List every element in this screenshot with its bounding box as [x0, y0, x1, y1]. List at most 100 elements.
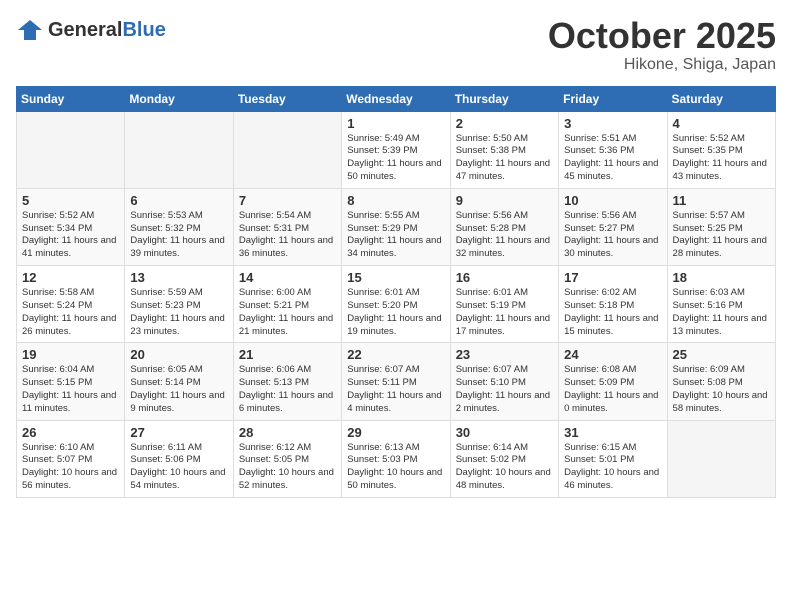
day-number: 10	[564, 193, 661, 208]
day-info: Sunrise: 5:50 AMSunset: 5:38 PMDaylight:…	[456, 133, 553, 184]
day-info: Sunrise: 5:58 AMSunset: 5:24 PMDaylight:…	[22, 287, 119, 338]
day-number: 4	[673, 116, 770, 131]
calendar-cell: 9 Sunrise: 5:56 AMSunset: 5:28 PMDaylight…	[450, 188, 558, 265]
day-number: 3	[564, 116, 661, 131]
calendar-cell: 10 Sunrise: 5:56 AMSunset: 5:27 PMDayligh…	[559, 188, 667, 265]
day-info: Sunrise: 6:12 AMSunset: 5:05 PMDaylight:…	[239, 442, 336, 493]
calendar-cell: 1Sunrise: 5:49 AMSunset: 5:39 PMDaylight…	[342, 111, 450, 188]
day-info: Sunrise: 5:56 AMSunset: 5:27 PMDaylight:…	[564, 210, 661, 261]
day-info: Sunrise: 6:03 AMSunset: 5:16 PMDaylight:…	[673, 287, 770, 338]
day-number: 21	[239, 347, 336, 362]
day-number: 25	[673, 347, 770, 362]
calendar-cell: 27Sunrise: 6:11 AMSunset: 5:06 PMDayligh…	[125, 420, 233, 497]
day-number: 19	[22, 347, 119, 362]
weekday-header-monday: Monday	[125, 86, 233, 111]
day-number: 27	[130, 425, 227, 440]
logo: GeneralBlue	[16, 16, 166, 44]
calendar-cell: 4 Sunrise: 5:52 AMSunset: 5:35 PMDaylight…	[667, 111, 775, 188]
weekday-header-row: SundayMondayTuesdayWednesdayThursdayFrid…	[17, 86, 776, 111]
day-info: Sunrise: 5:59 AMSunset: 5:23 PMDaylight:…	[130, 287, 227, 338]
day-info: Sunrise: 5:55 AMSunset: 5:29 PMDaylight:…	[347, 210, 444, 261]
week-row-3: 12 Sunrise: 5:58 AMSunset: 5:24 PMDayligh…	[17, 266, 776, 343]
weekday-header-thursday: Thursday	[450, 86, 558, 111]
day-info: Sunrise: 5:56 AMSunset: 5:28 PMDaylight:…	[456, 210, 553, 261]
day-info: Sunrise: 6:01 AMSunset: 5:19 PMDaylight:…	[456, 287, 553, 338]
month-title: October 2025	[548, 16, 776, 56]
day-info: Sunrise: 5:57 AMSunset: 5:25 PMDaylight:…	[673, 210, 770, 261]
day-number: 26	[22, 425, 119, 440]
calendar-cell: 28 Sunrise: 6:12 AMSunset: 5:05 PMDayligh…	[233, 420, 341, 497]
calendar-cell: 30 Sunrise: 6:14 AMSunset: 5:02 PMDayligh…	[450, 420, 558, 497]
day-number: 31	[564, 425, 661, 440]
calendar-cell: 14 Sunrise: 6:00 AMSunset: 5:21 PMDayligh…	[233, 266, 341, 343]
calendar-cell: 5 Sunrise: 5:52 AMSunset: 5:34 PMDaylight…	[17, 188, 125, 265]
calendar-cell: 11 Sunrise: 5:57 AMSunset: 5:25 PMDayligh…	[667, 188, 775, 265]
calendar-cell: 17 Sunrise: 6:02 AMSunset: 5:18 PMDayligh…	[559, 266, 667, 343]
calendar-cell: 8 Sunrise: 5:55 AMSunset: 5:29 PMDaylight…	[342, 188, 450, 265]
day-number: 30	[456, 425, 553, 440]
day-number: 6	[130, 193, 227, 208]
day-info: Sunrise: 6:09 AMSunset: 5:08 PMDaylight:…	[673, 364, 770, 415]
day-info: Sunrise: 6:06 AMSunset: 5:13 PMDaylight:…	[239, 364, 336, 415]
week-row-5: 26 Sunrise: 6:10 AMSunset: 5:07 PMDayligh…	[17, 420, 776, 497]
day-number: 20	[130, 347, 227, 362]
day-number: 7	[239, 193, 336, 208]
calendar-cell: 24Sunrise: 6:08 AMSunset: 5:09 PMDayligh…	[559, 343, 667, 420]
day-info: Sunrise: 6:14 AMSunset: 5:02 PMDaylight:…	[456, 442, 553, 493]
day-number: 5	[22, 193, 119, 208]
day-info: Sunrise: 6:05 AMSunset: 5:14 PMDaylight:…	[130, 364, 227, 415]
calendar-cell: 21 Sunrise: 6:06 AMSunset: 5:13 PMDayligh…	[233, 343, 341, 420]
calendar-cell: 20 Sunrise: 6:05 AMSunset: 5:14 PMDayligh…	[125, 343, 233, 420]
day-info: Sunrise: 5:52 AMSunset: 5:34 PMDaylight:…	[22, 210, 119, 261]
calendar-cell: 29Sunrise: 6:13 AMSunset: 5:03 PMDayligh…	[342, 420, 450, 497]
calendar-cell: 2 Sunrise: 5:50 AMSunset: 5:38 PMDaylight…	[450, 111, 558, 188]
day-number: 13	[130, 270, 227, 285]
calendar-cell: 31Sunrise: 6:15 AMSunset: 5:01 PMDayligh…	[559, 420, 667, 497]
logo-general: General	[48, 19, 122, 41]
day-info: Sunrise: 6:07 AMSunset: 5:10 PMDaylight:…	[456, 364, 553, 415]
weekday-header-tuesday: Tuesday	[233, 86, 341, 111]
day-info: Sunrise: 5:54 AMSunset: 5:31 PMDaylight:…	[239, 210, 336, 261]
day-number: 14	[239, 270, 336, 285]
location-title: Hikone, Shiga, Japan	[548, 56, 776, 74]
day-number: 9	[456, 193, 553, 208]
week-row-2: 5 Sunrise: 5:52 AMSunset: 5:34 PMDaylight…	[17, 188, 776, 265]
calendar-cell	[125, 111, 233, 188]
weekday-header-wednesday: Wednesday	[342, 86, 450, 111]
weekday-header-sunday: Sunday	[17, 86, 125, 111]
day-number: 12	[22, 270, 119, 285]
day-number: 23	[456, 347, 553, 362]
day-number: 11	[673, 193, 770, 208]
week-row-4: 19 Sunrise: 6:04 AMSunset: 5:15 PMDayligh…	[17, 343, 776, 420]
day-info: Sunrise: 5:52 AMSunset: 5:35 PMDaylight:…	[673, 133, 770, 184]
calendar-body: 1Sunrise: 5:49 AMSunset: 5:39 PMDaylight…	[17, 111, 776, 497]
calendar-cell: 7 Sunrise: 5:54 AMSunset: 5:31 PMDaylight…	[233, 188, 341, 265]
day-number: 8	[347, 193, 444, 208]
weekday-header-saturday: Saturday	[667, 86, 775, 111]
calendar-cell	[233, 111, 341, 188]
day-info: Sunrise: 6:07 AMSunset: 5:11 PMDaylight:…	[347, 364, 444, 415]
day-info: Sunrise: 6:04 AMSunset: 5:15 PMDaylight:…	[22, 364, 119, 415]
calendar-cell: 15Sunrise: 6:01 AMSunset: 5:20 PMDayligh…	[342, 266, 450, 343]
day-info: Sunrise: 6:02 AMSunset: 5:18 PMDaylight:…	[564, 287, 661, 338]
day-number: 22	[347, 347, 444, 362]
calendar-cell: 13 Sunrise: 5:59 AMSunset: 5:23 PMDayligh…	[125, 266, 233, 343]
logo-blue: Blue	[122, 19, 165, 41]
calendar-cell: 19 Sunrise: 6:04 AMSunset: 5:15 PMDayligh…	[17, 343, 125, 420]
day-number: 15	[347, 270, 444, 285]
day-number: 29	[347, 425, 444, 440]
calendar-cell: 18Sunrise: 6:03 AMSunset: 5:16 PMDayligh…	[667, 266, 775, 343]
calendar-cell: 16Sunrise: 6:01 AMSunset: 5:19 PMDayligh…	[450, 266, 558, 343]
logo-text: GeneralBlue	[48, 19, 166, 42]
day-info: Sunrise: 5:51 AMSunset: 5:36 PMDaylight:…	[564, 133, 661, 184]
calendar-cell: 22 Sunrise: 6:07 AMSunset: 5:11 PMDayligh…	[342, 343, 450, 420]
day-number: 1	[347, 116, 444, 131]
day-number: 2	[456, 116, 553, 131]
calendar-cell	[17, 111, 125, 188]
day-number: 17	[564, 270, 661, 285]
day-info: Sunrise: 6:00 AMSunset: 5:21 PMDaylight:…	[239, 287, 336, 338]
calendar-table: SundayMondayTuesdayWednesdayThursdayFrid…	[16, 86, 776, 498]
day-number: 28	[239, 425, 336, 440]
day-info: Sunrise: 6:10 AMSunset: 5:07 PMDaylight:…	[22, 442, 119, 493]
calendar-cell: 23 Sunrise: 6:07 AMSunset: 5:10 PMDayligh…	[450, 343, 558, 420]
